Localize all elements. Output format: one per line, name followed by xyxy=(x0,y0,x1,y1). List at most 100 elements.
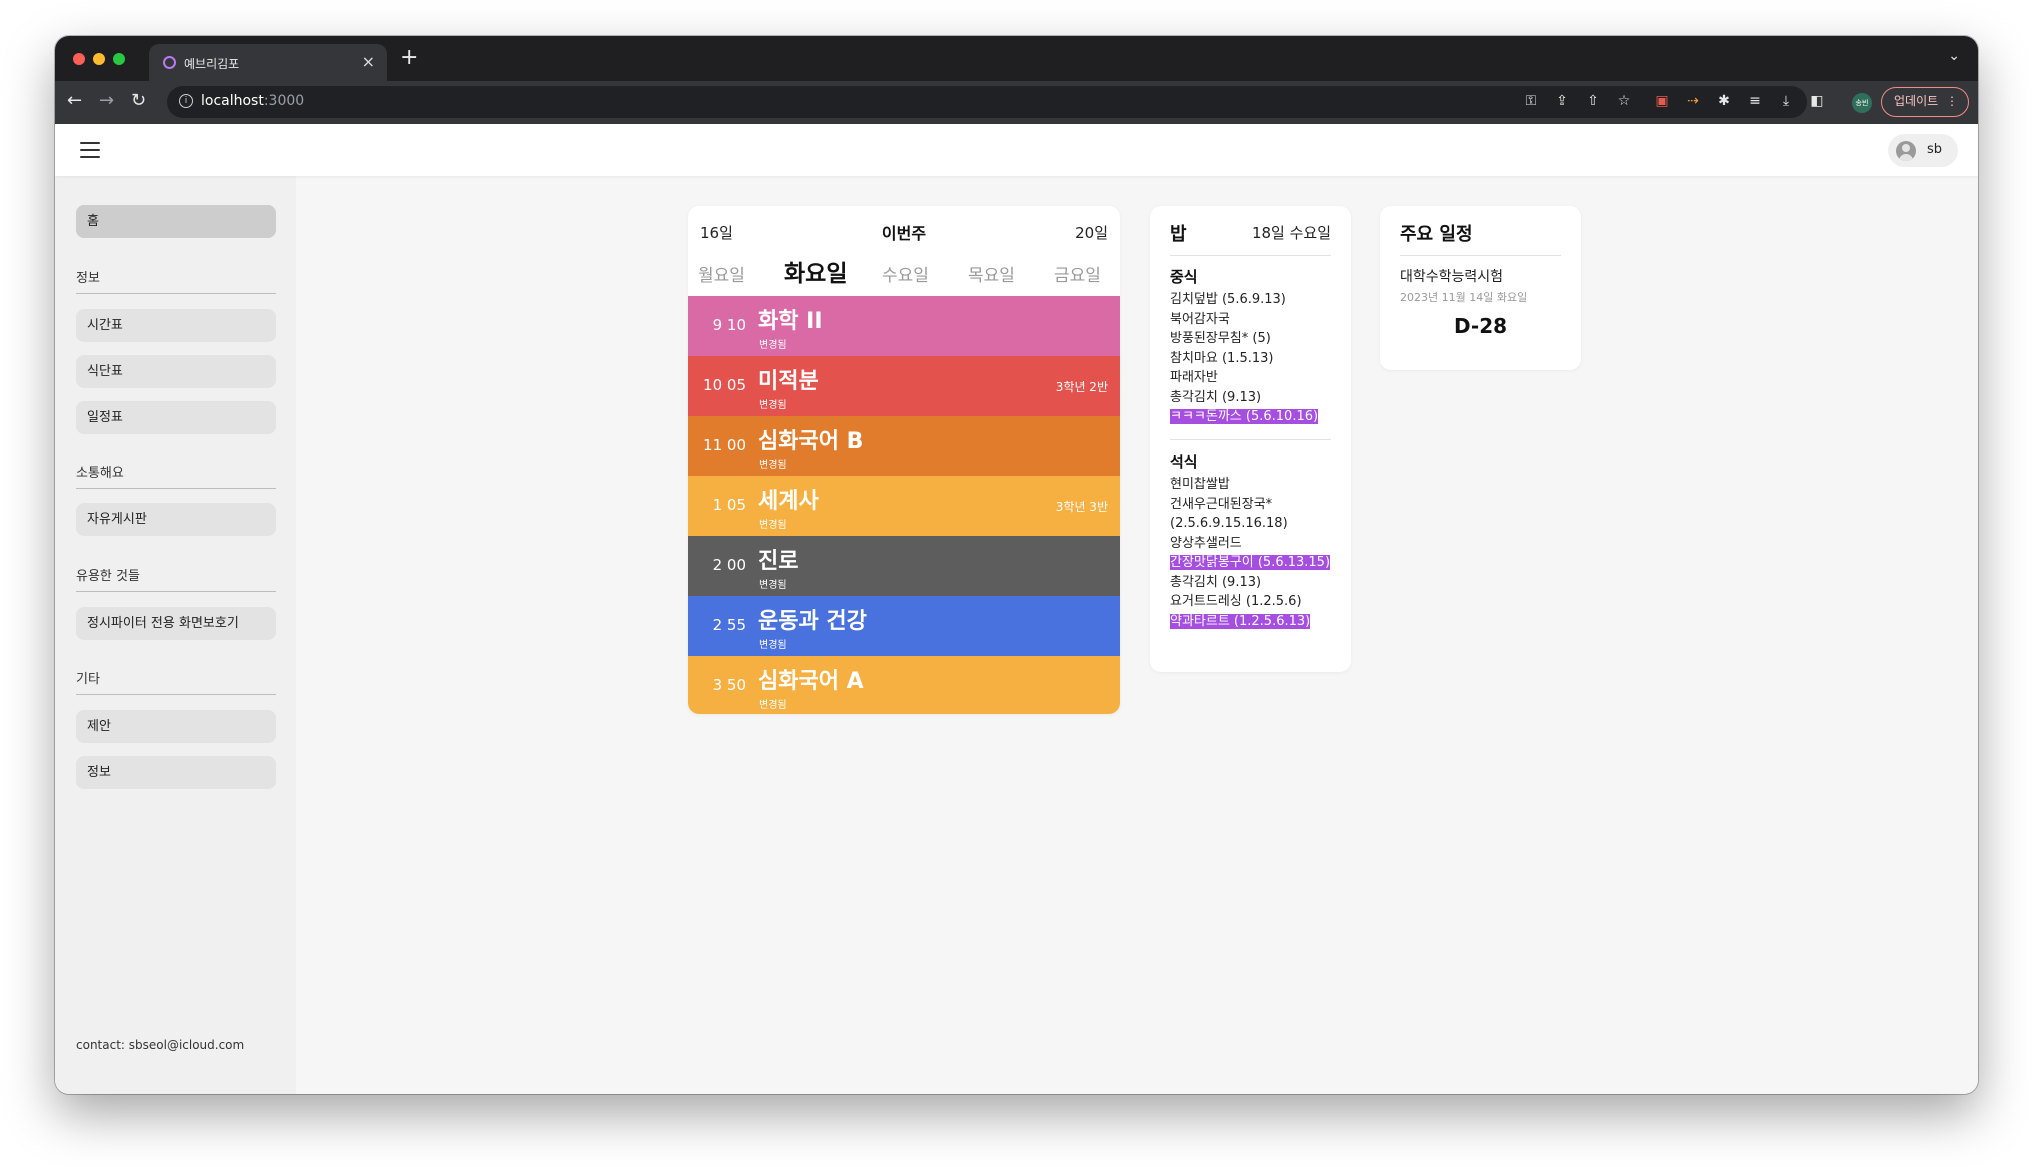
sidebar-item-screensaver[interactable]: 정시파이터 전용 화면보호기 xyxy=(76,607,276,640)
password-key-icon[interactable]: ⚿ xyxy=(1522,93,1540,109)
menu-item: 요거트드레싱 (1.2.5.6) xyxy=(1170,594,1302,609)
user-menu-button[interactable]: sb xyxy=(1888,134,1958,167)
day-tab-thu[interactable]: 목요일 xyxy=(968,261,1015,286)
period-time: 3 50 xyxy=(712,676,746,694)
sidebar-item-timetable[interactable]: 시간표 xyxy=(76,309,276,342)
user-name: sb xyxy=(1927,142,1943,157)
tab-close-icon[interactable]: × xyxy=(362,52,375,71)
update-button[interactable]: 업데이트 ⋮ xyxy=(1881,87,1969,117)
extension-arrow-icon[interactable]: ⇢ xyxy=(1684,93,1702,109)
extension-red-icon[interactable]: ▣ xyxy=(1653,93,1671,109)
main-content: 16일 이번주 20일 월요일 화요일 수요일 목요일 금요일 9 10 화학 … xyxy=(296,176,1978,1094)
sidebar-section-etc: 기타 xyxy=(76,668,276,695)
meal-title: 밥 xyxy=(1170,224,1187,245)
new-tab-icon[interactable]: + xyxy=(400,45,418,70)
sidebar-item-meal[interactable]: 식단표 xyxy=(76,355,276,388)
url-host: localhost xyxy=(201,93,264,109)
period-time: 2 00 xyxy=(712,556,746,574)
side-panel-icon[interactable]: ◧ xyxy=(1808,93,1826,109)
maximize-window-button[interactable] xyxy=(113,53,125,65)
sidebar-item-suggest[interactable]: 제안 xyxy=(76,710,276,743)
menu-item-highlighted: ㅋㅋㅋ돈까스 (5.6.10.16) xyxy=(1170,407,1335,427)
profile-avatar[interactable]: 송빈 xyxy=(1852,93,1872,113)
site-info-icon[interactable]: i xyxy=(179,94,193,108)
tab-bar: 예브리김포 × + ⌄ xyxy=(55,36,1978,81)
update-label: 업데이트 xyxy=(1894,94,1939,108)
minimize-window-button[interactable] xyxy=(93,53,105,65)
extensions-puzzle-icon[interactable]: ✱ xyxy=(1715,93,1733,109)
menu-item: 김치덮밥 (5.6.9.13) xyxy=(1170,292,1286,307)
reading-list-icon[interactable]: ≡ xyxy=(1746,93,1764,109)
day-tab-tue[interactable]: 화요일 xyxy=(784,254,847,288)
period-class: 3학년 3반 xyxy=(1055,500,1108,514)
period-row[interactable]: 11 00 심화국어 B 변경됨 xyxy=(688,416,1120,476)
period-subject: 미적분 xyxy=(758,369,819,394)
browser-toolbar: ← → ↻ i localhost:3000 ⚿ ⇪ ⇧ ☆ ▣ ⇢ ✱ ≡ ⤓… xyxy=(55,81,1978,124)
tab-search-icon[interactable]: ⌄ xyxy=(1948,48,1960,64)
favicon-icon xyxy=(163,56,176,69)
close-window-button[interactable] xyxy=(73,53,85,65)
period-subject: 심화국어 A xyxy=(758,669,864,694)
lunch-label: 중식 xyxy=(1170,268,1198,286)
menu-item: 총각김치 (9.13) xyxy=(1170,574,1262,590)
reload-icon[interactable]: ↻ xyxy=(131,90,146,111)
browser-tab[interactable]: 예브리김포 × xyxy=(149,44,387,81)
bookmark-star-icon[interactable]: ☆ xyxy=(1615,93,1633,109)
dinner-label: 석식 xyxy=(1170,453,1198,471)
contact-text: contact: sbseol@icloud.com xyxy=(76,1038,245,1052)
day-tab-wed[interactable]: 수요일 xyxy=(882,261,929,286)
sidebar-item-schedule[interactable]: 일정표 xyxy=(76,401,276,434)
sidebar-item-board[interactable]: 자유게시판 xyxy=(76,503,276,536)
download-icon[interactable]: ⤓ xyxy=(1777,93,1795,109)
period-row[interactable]: 3 50 심화국어 A 변경됨 xyxy=(688,656,1120,714)
sidebar-item-home[interactable]: 홈 xyxy=(76,205,276,238)
menu-item-text: 약과타르트 (1.2.5.6.13) xyxy=(1170,613,1311,629)
sidebar-section-useful: 유용한 것들 xyxy=(76,565,276,592)
hamburger-menu-icon[interactable] xyxy=(80,142,100,158)
period-row[interactable]: 10 05 미적분 변경됨 3학년 2반 xyxy=(688,356,1120,416)
app-header: sb xyxy=(55,124,1978,176)
day-tab-mon[interactable]: 월요일 xyxy=(698,261,745,286)
period-subject: 운동과 건강 xyxy=(758,609,867,634)
dday-counter: D-28 xyxy=(1453,314,1508,338)
period-row[interactable]: 2 00 진로 변경됨 xyxy=(688,536,1120,596)
period-note: 변경됨 xyxy=(759,340,787,351)
sidebar: 홈 정보 시간표 식단표 일정표 소통해요 자유게시판 유용한 것들 정시파이터… xyxy=(55,176,296,1094)
period-note: 변경됨 xyxy=(759,700,787,711)
period-note: 변경됨 xyxy=(759,460,787,471)
period-note: 변경됨 xyxy=(759,580,787,591)
period-row[interactable]: 2 55 운동과 건강 변경됨 xyxy=(688,596,1120,656)
period-subject: 세계사 xyxy=(758,489,819,514)
period-note: 변경됨 xyxy=(759,520,787,531)
day-tab-fri[interactable]: 금요일 xyxy=(1054,261,1101,286)
lunch-list: 김치덮밥 (5.6.9.13) 북어감자국 방풍된장무침* (5) 참치마요 (… xyxy=(1170,290,1335,427)
sidebar-item-about[interactable]: 정보 xyxy=(76,756,276,789)
schedule-card: 주요 일정 대학수학능력시험 2023년 11월 14일 화요일 D-28 xyxy=(1380,206,1581,370)
url-port: :3000 xyxy=(263,93,305,109)
sidebar-section-info: 정보 xyxy=(76,267,276,294)
period-row[interactable]: 9 10 화학 II 변경됨 xyxy=(688,296,1120,356)
menu-item-highlighted: 약과타르트 (1.2.5.6.13) xyxy=(1170,612,1335,632)
dinner-list: 현미찹쌀밥 건새우근대된장국* (2.5.6.9.15.16.18) 양상추샐러… xyxy=(1170,475,1335,631)
back-icon[interactable]: ← xyxy=(67,90,82,111)
meal-date[interactable]: 18일 수요일 xyxy=(1252,222,1331,243)
avatar xyxy=(1896,141,1916,161)
tab-title: 예브리김포 xyxy=(184,57,240,71)
more-menu-icon[interactable]: ⋮ xyxy=(1946,88,1958,115)
forward-icon[interactable]: → xyxy=(99,90,114,111)
period-row[interactable]: 1 05 세계사 변경됨 3학년 3반 xyxy=(688,476,1120,536)
week-end-date[interactable]: 20일 xyxy=(1075,222,1108,243)
menu-item: 파래자반 xyxy=(1170,370,1218,385)
browser-window: 예브리김포 × + ⌄ ← → ↻ i localhost:3000 ⚿ ⇪ ⇧… xyxy=(55,36,1978,1094)
sidebar-section-community: 소통해요 xyxy=(76,462,276,489)
timetable-card: 16일 이번주 20일 월요일 화요일 수요일 목요일 금요일 9 10 화학 … xyxy=(688,206,1120,714)
menu-item-text: 간장맛닭봉구이 (5.6.13.15) xyxy=(1170,555,1331,570)
period-subject: 화학 II xyxy=(758,309,823,334)
meal-divider xyxy=(1170,439,1331,440)
period-time: 11 00 xyxy=(703,436,746,454)
share-page-icon[interactable]: ⇪ xyxy=(1553,93,1571,109)
meal-card: 밥 18일 수요일 중식 김치덮밥 (5.6.9.13) 북어감자국 방풍된장무… xyxy=(1150,206,1351,672)
meal-divider xyxy=(1170,255,1331,256)
menu-item-text: ㅋㅋㅋ돈까스 (5.6.10.16) xyxy=(1170,409,1319,424)
share-icon[interactable]: ⇧ xyxy=(1584,93,1602,109)
